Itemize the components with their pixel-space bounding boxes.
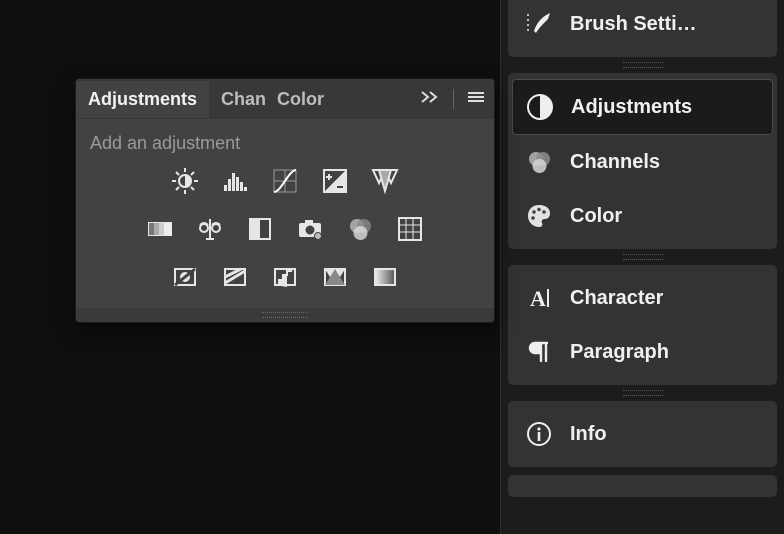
panel-drag-handle[interactable]: [501, 253, 784, 261]
panel-tab-bar: Adjustments Chan Color: [76, 79, 494, 119]
adjustments-panel-body: Add an adjustment: [76, 119, 494, 308]
photo-filter-icon[interactable]: [295, 214, 325, 244]
panel-group-empty: [507, 474, 778, 498]
vibrance-icon[interactable]: [370, 166, 400, 196]
panel-item-channels[interactable]: Channels: [512, 135, 773, 189]
tab-color[interactable]: Color: [265, 81, 325, 118]
character-icon: A: [524, 283, 554, 313]
tab-channels[interactable]: Chan: [209, 81, 265, 118]
svg-text:A: A: [530, 286, 546, 311]
adjustments-floating-panel: Adjustments Chan Color Add an adjustment: [75, 78, 495, 323]
brush-settings-icon: [524, 9, 554, 39]
panel-group-brush: Brush Setti…: [507, 0, 778, 58]
invert-icon[interactable]: [170, 262, 200, 292]
panel-label: Character: [570, 287, 663, 310]
hue-saturation-icon[interactable]: [145, 214, 175, 244]
panel-item-paragraph[interactable]: Paragraph: [512, 325, 773, 379]
adjustment-icon-grid: [86, 166, 484, 292]
panel-group-info: Info: [507, 400, 778, 468]
panel-menu-button[interactable]: [458, 90, 494, 109]
tab-adjustments[interactable]: Adjustments: [76, 81, 209, 118]
black-white-icon[interactable]: [245, 214, 275, 244]
panel-resize-handle[interactable]: [76, 308, 494, 322]
panel-label: Paragraph: [570, 341, 669, 364]
gradient-map-icon[interactable]: [370, 262, 400, 292]
panel-label: Adjustments: [571, 96, 692, 119]
panel-group-adjustments: Adjustments Channels: [507, 72, 778, 250]
posterize-icon[interactable]: [220, 262, 250, 292]
paragraph-icon: [524, 337, 554, 367]
collapse-panel-button[interactable]: [413, 90, 449, 109]
channel-mixer-icon[interactable]: [345, 214, 375, 244]
color-balance-icon[interactable]: [195, 214, 225, 244]
levels-icon[interactable]: [220, 166, 250, 196]
panel-label: Brush Setti…: [570, 13, 697, 36]
channels-icon: [524, 147, 554, 177]
panel-item-color[interactable]: Color: [512, 189, 773, 243]
brightness-contrast-icon[interactable]: [170, 166, 200, 196]
adjustments-icon: [525, 92, 555, 122]
divider: [453, 89, 454, 109]
panel-item-character[interactable]: A Character: [512, 271, 773, 325]
panel-drag-handle[interactable]: [501, 61, 784, 69]
curves-icon[interactable]: [270, 166, 300, 196]
right-dock: Brush Setti… Adjustments Channels: [500, 0, 784, 534]
info-icon: [524, 419, 554, 449]
panel-label: Color: [570, 205, 622, 228]
panel-item-brush-settings[interactable]: Brush Setti…: [512, 0, 773, 51]
exposure-icon[interactable]: [320, 166, 350, 196]
panel-item-info[interactable]: Info: [512, 407, 773, 461]
panel-label: Info: [570, 423, 607, 446]
panel-group-type: A Character Paragraph: [507, 264, 778, 386]
selective-color-icon[interactable]: [320, 262, 350, 292]
threshold-icon[interactable]: [270, 262, 300, 292]
color-lookup-icon[interactable]: [395, 214, 425, 244]
panel-drag-handle[interactable]: [501, 389, 784, 397]
color-icon: [524, 201, 554, 231]
panel-label: Channels: [570, 151, 660, 174]
adjustments-heading: Add an adjustment: [86, 129, 484, 166]
panel-item-adjustments[interactable]: Adjustments: [512, 79, 773, 135]
